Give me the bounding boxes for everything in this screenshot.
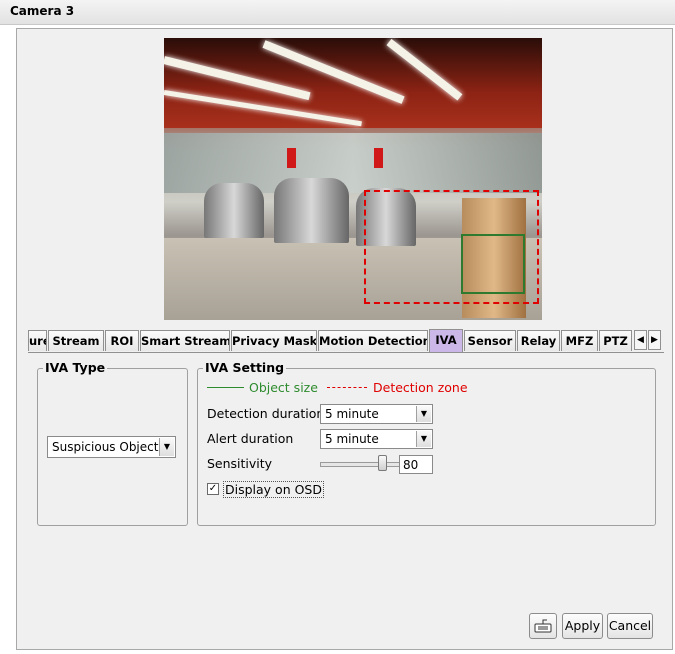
tab-scroll-left-button[interactable]: ◀ [634, 330, 647, 350]
alert-duration-value: 5 minute [325, 432, 379, 446]
sensitivity-value: 80 [403, 458, 419, 472]
tab-relay[interactable]: Relay [517, 330, 560, 351]
chevron-right-icon: ▶ [651, 335, 658, 345]
tab-sensor[interactable]: Sensor [464, 330, 516, 351]
sensitivity-slider-thumb[interactable] [378, 455, 388, 471]
tab-motion-detection[interactable]: Motion Detection [318, 330, 428, 351]
keyboard-button[interactable] [529, 613, 557, 639]
tab-label: Motion Detection [319, 334, 428, 348]
preview-sign [374, 148, 383, 168]
cancel-button-label: Cancel [608, 618, 652, 633]
tab-label: Relay [520, 334, 557, 348]
tab-label: Smart Stream [141, 334, 230, 348]
tab-ure[interactable]: ure [28, 330, 47, 351]
alert-duration-label: Alert duration [207, 431, 294, 446]
preview-escalator [204, 183, 264, 238]
tab-divider [28, 352, 664, 353]
alert-duration-select[interactable]: 5 minute ▼ [320, 429, 433, 449]
iva-type-select-value: Suspicious Object [52, 440, 159, 454]
tab-iva[interactable]: IVA [429, 329, 463, 352]
window-titlebar: Camera 3 [0, 0, 675, 25]
keyboard-icon [534, 619, 552, 633]
iva-type-group-label: IVA Type [43, 360, 108, 375]
chevron-down-icon: ▼ [416, 431, 431, 447]
tab-roi[interactable]: ROI [105, 330, 139, 351]
checkmark-icon: ✓ [208, 483, 218, 494]
detection-zone-legend-label: Detection zone [373, 380, 468, 395]
tab-privacy-mask[interactable]: Privacy Mask [231, 330, 317, 351]
sensitivity-slider-track[interactable] [320, 462, 400, 467]
apply-button[interactable]: Apply [562, 613, 603, 639]
chevron-down-icon: ▼ [416, 406, 431, 422]
detection-duration-label: Detection duration [207, 406, 325, 421]
chevron-left-icon: ◀ [637, 335, 644, 345]
tab-label: IVA [435, 333, 457, 347]
preview-escalator [274, 178, 349, 243]
detection-duration-select[interactable]: 5 minute ▼ [320, 404, 433, 424]
tab-label: ure [29, 334, 46, 348]
tab-label: Sensor [467, 334, 513, 348]
iva-type-select[interactable]: Suspicious Object ▼ [47, 436, 176, 458]
cancel-button[interactable]: Cancel [607, 613, 653, 639]
tab-label: ROI [110, 334, 134, 348]
tab-ptz[interactable]: PTZ [599, 330, 632, 351]
object-size-legend-label: Object size [249, 380, 318, 395]
tab-label: Stream [52, 334, 100, 348]
tab-smart-stream[interactable]: Smart Stream [140, 330, 230, 351]
tab-label: PTZ [603, 334, 628, 348]
tab-stream[interactable]: Stream [48, 330, 104, 351]
apply-button-label: Apply [564, 618, 601, 633]
tab-label: Privacy Mask [232, 334, 317, 348]
tab-mfz[interactable]: MFZ [561, 330, 598, 351]
tab-label: MFZ [565, 334, 594, 348]
detection-zone-legend-line [327, 387, 367, 388]
iva-setting-group-label: IVA Setting [203, 360, 287, 375]
sensitivity-label: Sensitivity [207, 456, 273, 471]
object-size-legend-line [207, 387, 244, 388]
display-on-osd-checkbox[interactable]: ✓ [207, 483, 219, 495]
detection-duration-value: 5 minute [325, 407, 379, 421]
sensitivity-input[interactable]: 80 [399, 455, 433, 474]
display-on-osd-label[interactable]: Display on OSD [223, 481, 324, 498]
chevron-down-icon: ▼ [159, 438, 174, 456]
window-title: Camera 3 [10, 4, 75, 18]
object-size-overlay[interactable] [461, 234, 525, 294]
preview-sign [287, 148, 296, 168]
tab-scroll-right-button[interactable]: ▶ [648, 330, 661, 350]
camera-preview[interactable] [164, 38, 542, 320]
